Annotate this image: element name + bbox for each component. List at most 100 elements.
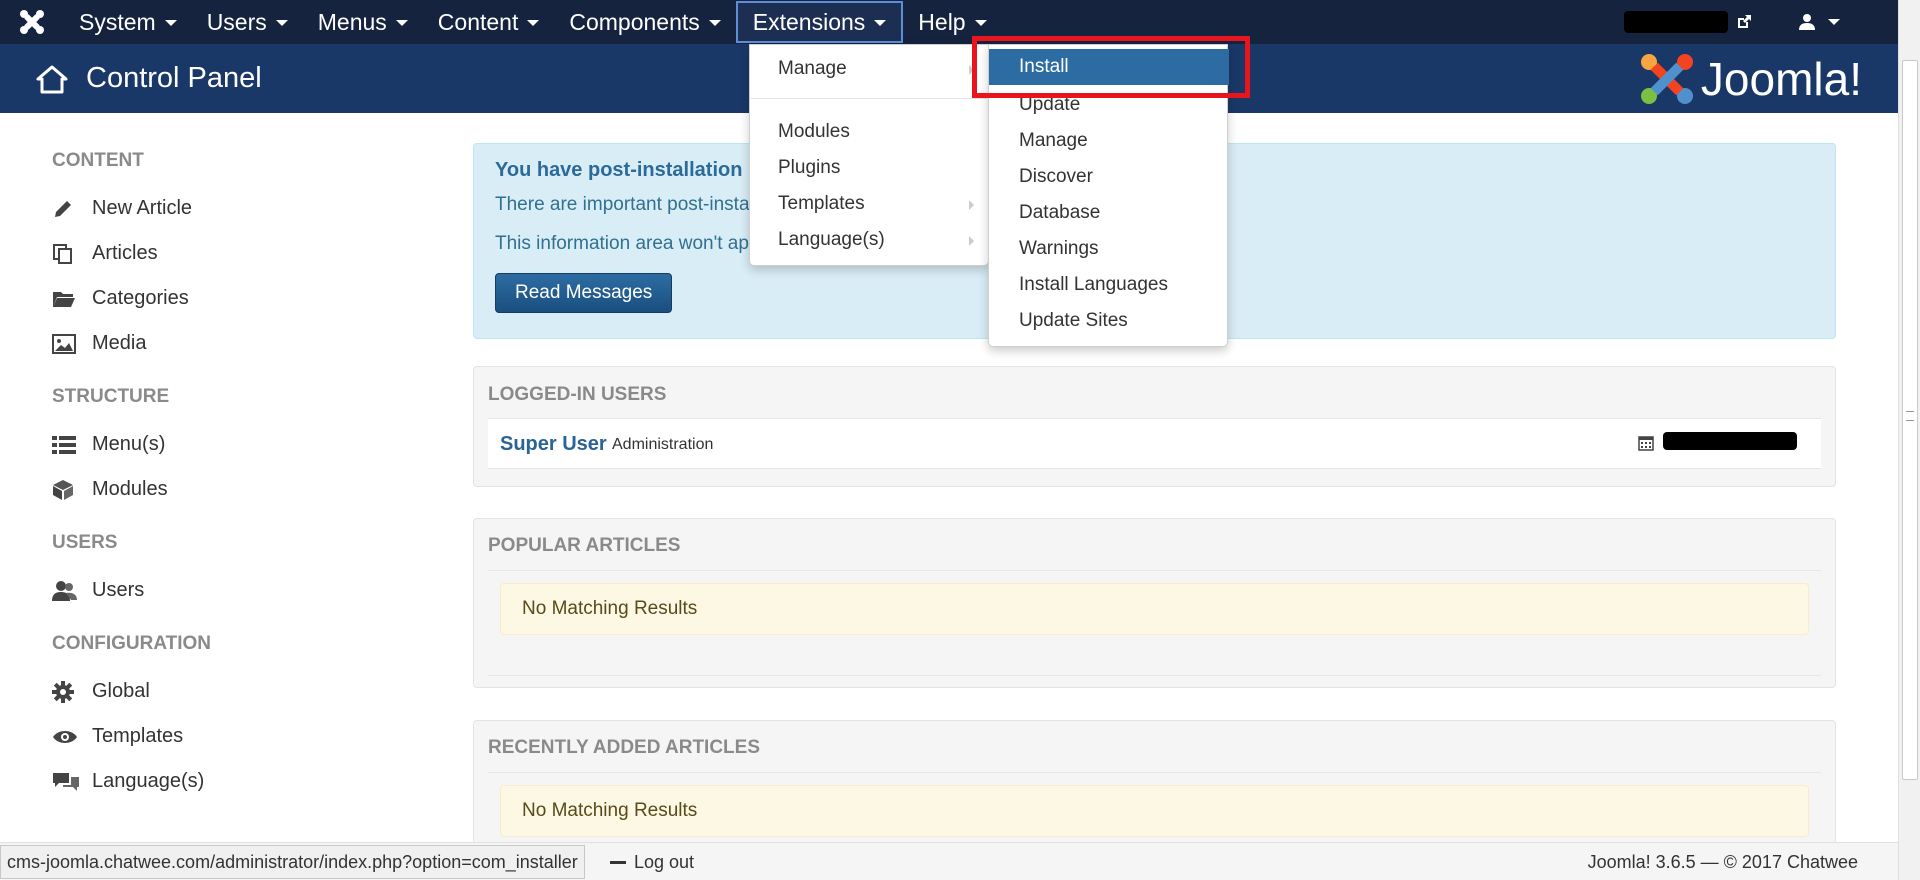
nav-users-label: Users <box>206 8 267 35</box>
nav-extensions[interactable]: Extensions <box>735 1 904 43</box>
logout-link[interactable]: Log out <box>610 852 694 873</box>
empty-state-message: No Matching Results <box>500 785 1809 837</box>
gear-icon <box>52 680 92 703</box>
top-navbar: System Users Menus Content Components Ex… <box>0 0 1898 44</box>
nav-content[interactable]: Content <box>423 0 555 44</box>
caret-down-icon <box>974 20 987 26</box>
divider <box>488 570 1821 571</box>
read-messages-button[interactable]: Read Messages <box>495 273 673 313</box>
footer-version-text: Joomla! 3.6.5 — © 2017 Chatwee <box>1587 852 1858 872</box>
brand-name: Joomla! <box>1700 53 1862 105</box>
sidebar-heading: CONTENT <box>52 150 144 171</box>
sidebar-item-label: New Article <box>92 197 193 219</box>
menu-item-modules[interactable]: Modules <box>778 121 850 143</box>
sidebar-item-media[interactable]: Media <box>52 321 432 366</box>
alert-text: This information area won't ap <box>495 233 749 254</box>
nav-system[interactable]: System <box>64 0 192 44</box>
joomla-brand-logo: Joomla! <box>1639 52 1862 106</box>
link-url-tooltip: cms-joomla.chatwee.com/administrator/ind… <box>0 845 585 879</box>
nav-components-label: Components <box>569 8 700 35</box>
alert-title: You have post-installation <box>495 159 743 181</box>
menu-item-languages[interactable]: Language(s) <box>778 229 885 251</box>
submenu-item-database[interactable]: Database <box>1019 202 1100 224</box>
submenu-item-install-languages[interactable]: Install Languages <box>1019 274 1168 296</box>
list-icon <box>52 435 92 455</box>
eye-icon <box>52 729 92 745</box>
sidebar-heading: CONFIGURATION <box>52 633 212 654</box>
sidebar: CONTENT New Article Articles Categories … <box>52 148 432 822</box>
nav-menus-label: Menus <box>317 8 387 35</box>
joomla-logo-mark <box>1640 54 1693 104</box>
caret-down-icon <box>708 20 721 26</box>
sidebar-group-users: USERS Users <box>52 530 432 613</box>
table-row: Super User Administration <box>488 418 1821 469</box>
sidebar-item-label: Language(s) <box>92 770 205 792</box>
sidebar-item-new-article[interactable]: New Article <box>52 186 432 231</box>
sidebar-item-label: Modules <box>92 478 168 500</box>
nav-components[interactable]: Components <box>554 0 735 44</box>
external-link-icon[interactable] <box>1736 14 1752 30</box>
nav-content-label: Content <box>437 8 519 35</box>
menu-divider <box>751 98 987 99</box>
status-bar: cms-joomla.chatwee.com/administrator/ind… <box>0 842 1898 880</box>
user-name-link[interactable]: Super User <box>500 433 607 456</box>
sidebar-item-users[interactable]: Users <box>52 568 432 613</box>
user-role: Administration <box>612 436 714 453</box>
alert-text: There are important post-insta <box>495 194 750 215</box>
calendar-icon <box>1638 435 1654 451</box>
sidebar-item-menus[interactable]: Menu(s) <box>52 422 432 467</box>
caret-down-icon <box>874 20 887 26</box>
empty-state-message: No Matching Results <box>500 583 1809 635</box>
sidebar-item-label: Users <box>92 579 145 601</box>
sidebar-heading: STRUCTURE <box>52 386 170 407</box>
joomla-logo-icon[interactable] <box>0 0 64 44</box>
submenu-item-update-sites[interactable]: Update Sites <box>1019 310 1128 332</box>
menu-item-manage[interactable]: Manage <box>778 58 847 80</box>
nav-system-label: System <box>79 8 156 35</box>
caret-down-icon <box>1828 19 1840 25</box>
comments-icon <box>52 771 92 793</box>
nav-menus[interactable]: Menus <box>303 0 423 44</box>
nav-users[interactable]: Users <box>192 0 303 44</box>
copy-icon <box>52 243 92 265</box>
panel-title: POPULAR ARTICLES <box>488 535 681 556</box>
scrollbar-thumb[interactable] <box>1902 60 1918 780</box>
chevron-right-icon <box>969 236 974 246</box>
redacted-login-date <box>1663 432 1797 450</box>
sidebar-group-structure: STRUCTURE Menu(s) Modules <box>52 384 432 512</box>
menu-item-templates[interactable]: Templates <box>778 193 865 215</box>
caret-down-icon <box>527 20 540 26</box>
sidebar-item-articles[interactable]: Articles <box>52 231 432 276</box>
image-icon <box>52 333 92 354</box>
sidebar-item-global[interactable]: Global <box>52 669 432 714</box>
redacted-site-name[interactable] <box>1624 11 1728 33</box>
submenu-item-discover[interactable]: Discover <box>1019 166 1093 188</box>
sidebar-item-modules[interactable]: Modules <box>52 467 432 512</box>
home-icon <box>36 64 68 94</box>
vertical-scrollbar[interactable] <box>1898 0 1920 880</box>
recent-articles-panel: RECENTLY ADDED ARTICLES No Matching Resu… <box>473 720 1836 850</box>
submenu-item-manage[interactable]: Manage <box>1019 130 1088 152</box>
scrollbar-grip <box>1906 411 1914 421</box>
sidebar-item-label: Templates <box>92 725 184 747</box>
folder-icon <box>52 289 92 309</box>
sidebar-item-label: Menu(s) <box>92 433 166 455</box>
sidebar-item-label: Articles <box>92 242 158 264</box>
sidebar-item-label: Media <box>92 332 147 354</box>
submenu-item-warnings[interactable]: Warnings <box>1019 238 1099 260</box>
caret-down-icon <box>395 20 408 26</box>
sidebar-item-languages[interactable]: Language(s) <box>52 759 432 804</box>
minus-icon <box>610 861 626 864</box>
caret-down-icon <box>164 20 177 26</box>
sidebar-item-label: Global <box>92 680 150 702</box>
sidebar-group-content: CONTENT New Article Articles Categories … <box>52 148 432 366</box>
popular-articles-panel: POPULAR ARTICLES No Matching Results <box>473 518 1836 688</box>
sidebar-item-categories[interactable]: Categories <box>52 276 432 321</box>
cube-icon <box>52 479 92 501</box>
user-icon[interactable] <box>1798 13 1840 31</box>
menu-item-plugins[interactable]: Plugins <box>778 157 840 179</box>
nav-extensions-label: Extensions <box>752 8 866 35</box>
logout-label: Log out <box>634 852 695 872</box>
pencil-icon <box>52 198 92 220</box>
sidebar-item-templates[interactable]: Templates <box>52 714 432 759</box>
